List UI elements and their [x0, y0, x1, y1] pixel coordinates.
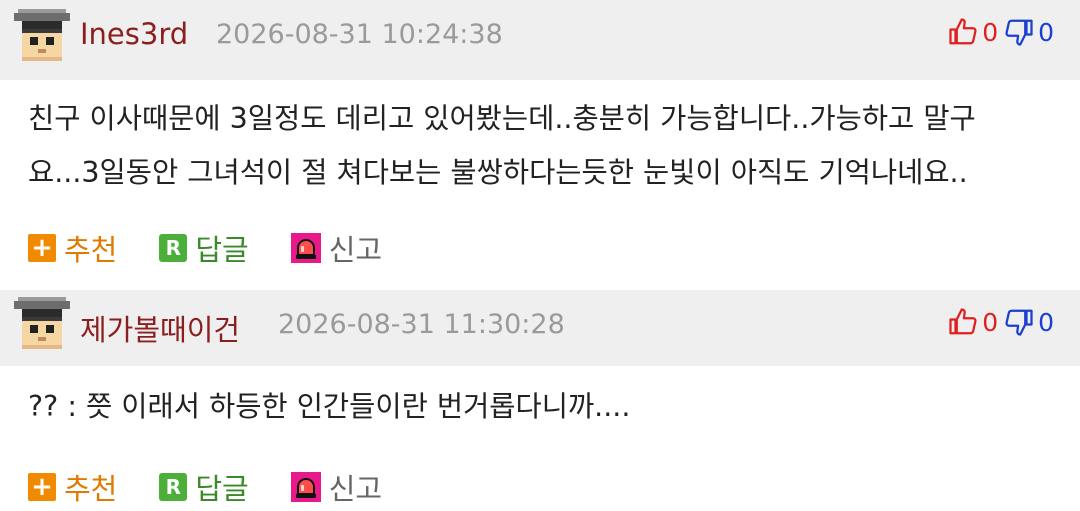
thumbs-up-icon: [949, 308, 977, 335]
reply-icon: R: [159, 473, 188, 501]
vote-group: 0 0: [948, 16, 1054, 48]
comment-actions: + 추천 R 답글 신고: [28, 228, 424, 268]
timestamp: 2026-08-31 11:30:28: [278, 309, 565, 340]
vote-group: 0 0: [948, 306, 1054, 338]
comment-body: 친구 이사때문에 3일정도 데리고 있어봤는데..충분히 가능합니다..가능하고…: [28, 92, 1060, 200]
comment-line: 친구 이사때문에 3일정도 데리고 있어봤는데..충분히 가능합니다..가능하고…: [28, 102, 976, 135]
upvote-button[interactable]: 0: [948, 17, 998, 47]
report-button[interactable]: 신고: [290, 466, 383, 508]
reply-button[interactable]: R 답글: [159, 227, 249, 269]
reply-button[interactable]: R 답글: [159, 466, 249, 508]
reply-icon: R: [159, 234, 188, 262]
comment-header: Ines3rd 2026-08-31 10:24:38 0 0: [0, 0, 1080, 80]
recommend-button[interactable]: + 추천: [28, 227, 117, 269]
comment-actions: + 추천 R 답글 신고: [28, 467, 424, 507]
comment-line: 요...3일동안 그녀석이 절 쳐다보는 불쌍하다는듯한 눈빛이 아직도 기억나…: [28, 156, 968, 189]
avatar[interactable]: [14, 296, 70, 354]
reply-label: 답글: [195, 233, 249, 267]
reply-label: 답글: [195, 472, 249, 506]
plus-icon: +: [28, 473, 56, 501]
recommend-label: 추천: [64, 472, 118, 506]
siren-icon: [290, 472, 321, 502]
report-button[interactable]: 신고: [290, 227, 383, 269]
pixel-avatar-icon: [14, 9, 70, 61]
plus-icon: +: [28, 234, 56, 262]
pixel-avatar-icon: [14, 297, 70, 349]
comment-line: ?? : 쯧 이래서 하등한 인간들이란 번거롭다니까....: [28, 390, 631, 423]
thumbs-down-icon: [1005, 19, 1033, 46]
downvote-count: 0: [1038, 17, 1054, 47]
username[interactable]: 제가볼때이건: [80, 307, 240, 349]
thumbs-down-icon: [1005, 309, 1033, 336]
upvote-count: 0: [982, 17, 999, 47]
recommend-button[interactable]: + 추천: [28, 466, 117, 508]
comment-item: Ines3rd 2026-08-31 10:24:38 0 0 친구 이사때문에…: [0, 0, 1080, 290]
downvote-button[interactable]: 0: [1004, 307, 1054, 337]
siren-icon: [290, 233, 321, 263]
upvote-count: 0: [982, 307, 999, 337]
recommend-label: 추천: [64, 233, 118, 267]
avatar[interactable]: [14, 8, 70, 66]
username[interactable]: Ines3rd: [80, 17, 188, 51]
upvote-button[interactable]: 0: [948, 307, 998, 337]
report-label: 신고: [328, 233, 383, 267]
downvote-button[interactable]: 0: [1004, 17, 1054, 47]
report-label: 신고: [328, 472, 383, 506]
thumbs-up-icon: [949, 18, 977, 45]
comment-body: ?? : 쯧 이래서 하등한 인간들이란 번거롭다니까....: [28, 380, 1060, 434]
downvote-count: 0: [1038, 307, 1054, 337]
comment-header: 제가볼때이건 2026-08-31 11:30:28 0 0: [0, 290, 1080, 366]
timestamp: 2026-08-31 10:24:38: [216, 19, 503, 50]
